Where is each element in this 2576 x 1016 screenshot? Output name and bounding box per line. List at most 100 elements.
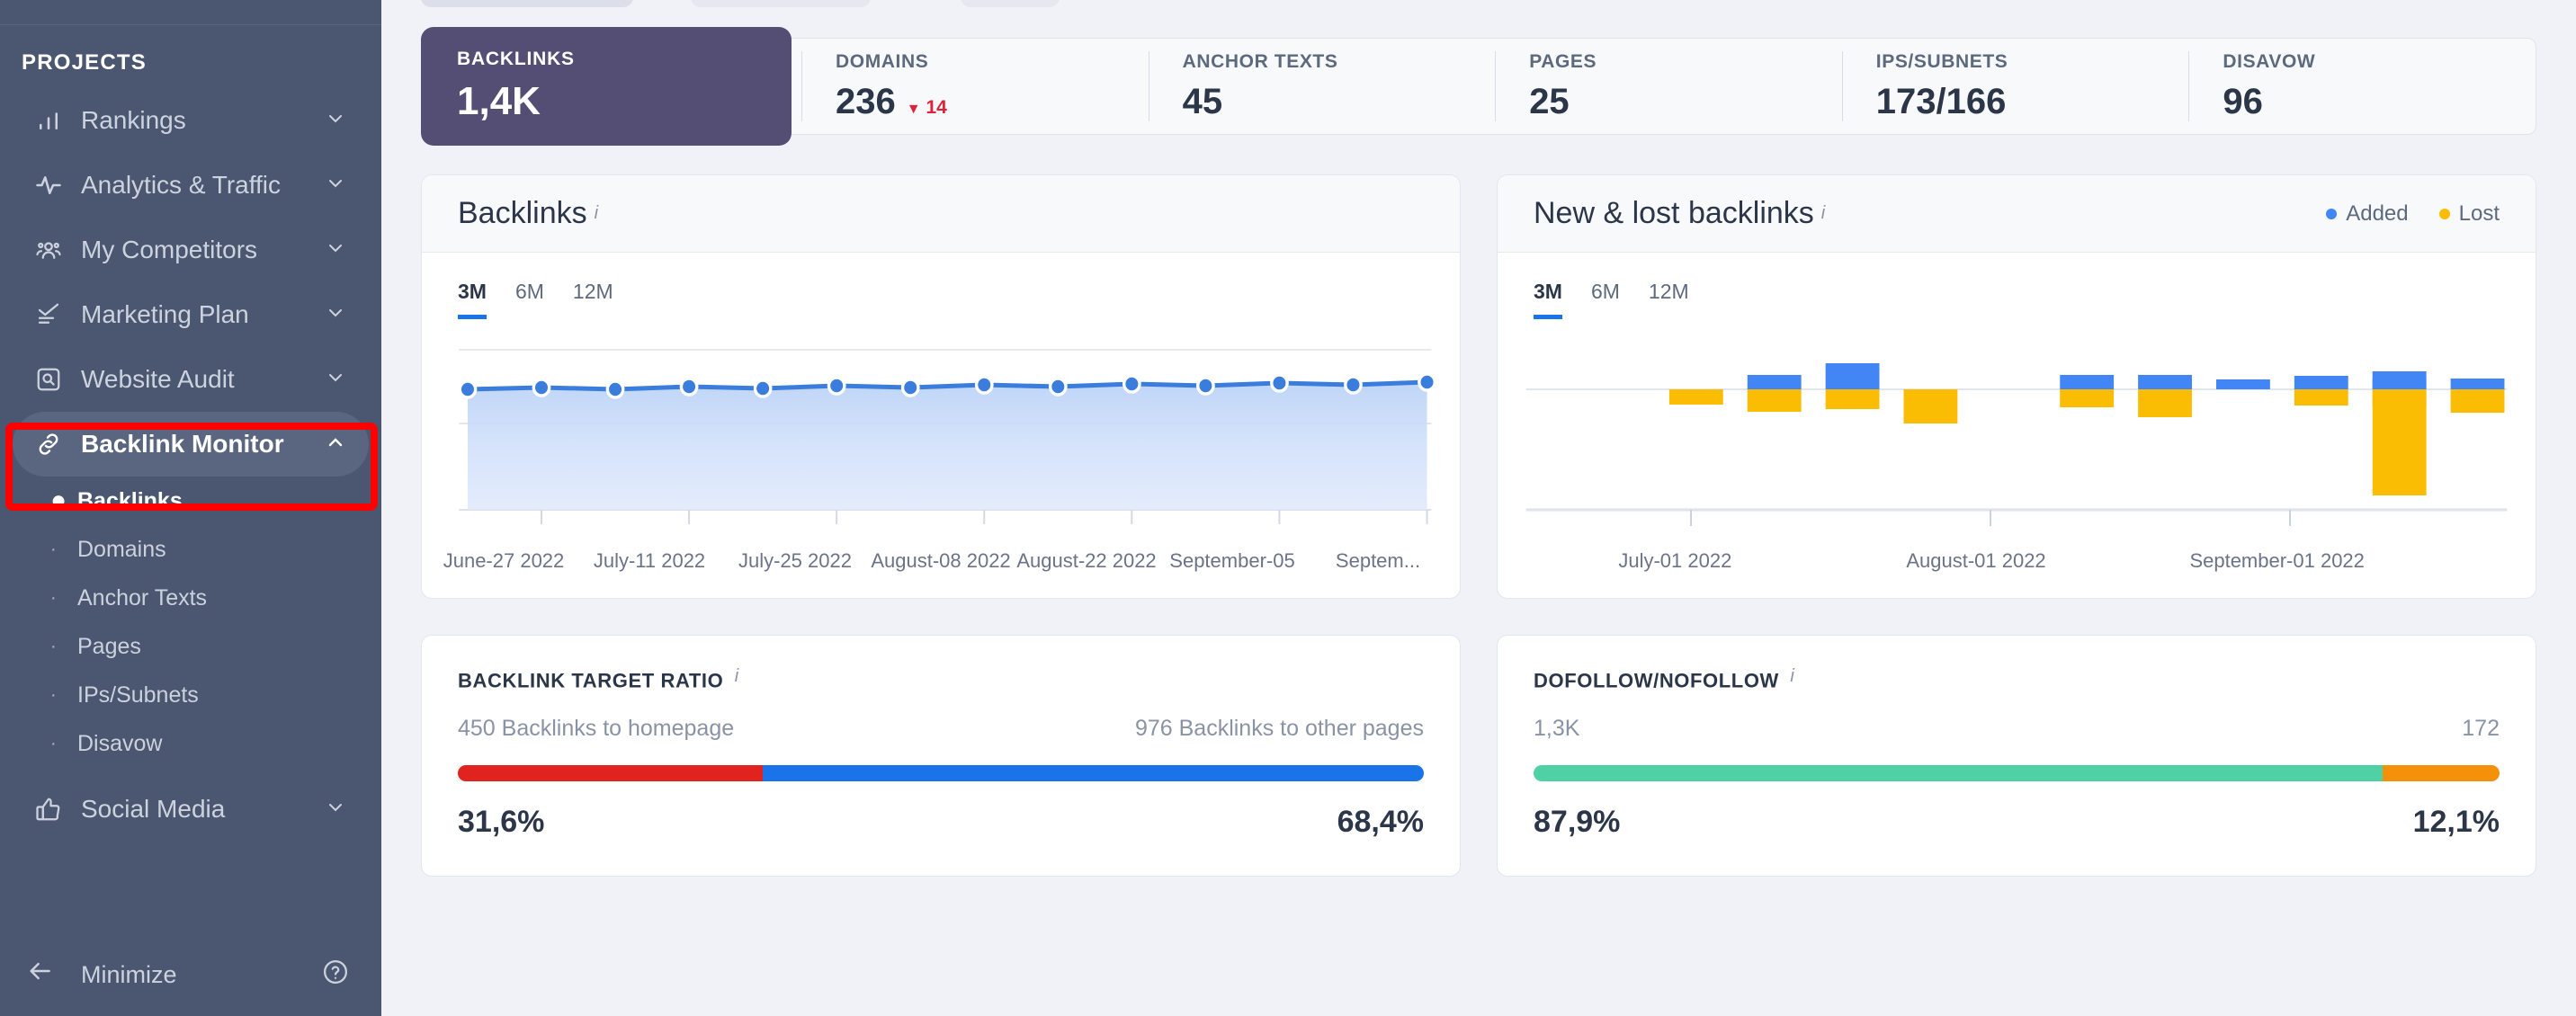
arrow-left-icon[interactable] bbox=[25, 957, 65, 993]
stat-anchor-texts[interactable]: ANCHOR TEXTS 45 bbox=[1148, 39, 1496, 134]
sidebar-item-label: Website Audit bbox=[81, 365, 235, 393]
ghost-control bbox=[691, 0, 871, 7]
tab-6m[interactable]: 6M bbox=[1591, 280, 1620, 319]
x-tick-label: Septem... bbox=[1335, 549, 1421, 572]
legend-item-added[interactable]: Added bbox=[2326, 201, 2409, 227]
card-backlinks: Backlinks i 3M 6M 12M June-27 2022 July-… bbox=[421, 174, 1461, 599]
checklist-icon bbox=[29, 301, 68, 328]
stat-label: DISAVOW bbox=[2223, 50, 2316, 72]
truncated-top-controls bbox=[421, 0, 2536, 7]
tab-3m[interactable]: 3M bbox=[458, 280, 487, 319]
triangle-down-icon: ▼ bbox=[906, 101, 921, 117]
legend-item-lost[interactable]: Lost bbox=[2438, 201, 2500, 227]
sidebar-subitem-anchor-texts[interactable]: · Anchor Texts bbox=[0, 574, 381, 622]
stat-value: 173/166 bbox=[1875, 81, 2007, 121]
chevron-down-icon[interactable] bbox=[322, 302, 349, 328]
bullet-icon: · bbox=[50, 636, 57, 656]
sidebar-item-label: Social Media bbox=[81, 795, 226, 823]
backlinks-x-axis-labels: June-27 2022 July-11 2022 July-25 2022 A… bbox=[422, 549, 1460, 598]
info-icon[interactable]: i bbox=[735, 666, 738, 686]
dofollow-percentages: 87,9% 12,1% bbox=[1534, 805, 2500, 840]
sidebar-subitem-label: Anchor Texts bbox=[77, 584, 208, 610]
tab-12m[interactable]: 12M bbox=[1649, 280, 1689, 319]
stat-label: BACKLINKS bbox=[457, 49, 575, 69]
bars-spike bbox=[2372, 389, 2427, 495]
sidebar-top-divider bbox=[0, 0, 381, 25]
sidebar-footer: Minimize bbox=[0, 933, 381, 1016]
sidebar-subitem-label: Pages bbox=[77, 633, 141, 659]
bullet-icon: · bbox=[50, 539, 57, 559]
chevron-down-icon[interactable] bbox=[322, 367, 349, 393]
stat-backlinks-active[interactable]: BACKLINKS 1,4K bbox=[421, 27, 792, 146]
sidebar-item-backlink-monitor[interactable]: Backlink Monitor bbox=[13, 412, 369, 477]
chevron-down-icon[interactable] bbox=[322, 237, 349, 263]
dofollow-bar-nofollow bbox=[2383, 765, 2500, 782]
app-root: PROJECTS Rankings Analytics & Traffic My… bbox=[0, 0, 2576, 1016]
dofollow-left-label: 1,3K bbox=[1534, 716, 1580, 742]
sidebar-subitem-disavow[interactable]: · Disavow bbox=[0, 719, 381, 768]
sidebar-subitem-backlinks[interactable]: ● Backlinks bbox=[0, 477, 381, 525]
stat-domains[interactable]: DOMAINS 236 ▼ 14 bbox=[801, 39, 1149, 134]
charts-grid: Backlinks i 3M 6M 12M June-27 2022 July-… bbox=[421, 174, 2536, 878]
ratio-bar bbox=[458, 765, 1424, 782]
sidebar-item-analytics-traffic[interactable]: Analytics & Traffic bbox=[13, 153, 369, 218]
stat-delta-value: 14 bbox=[926, 96, 947, 118]
mini-title-row: BACKLINK TARGET RATIO i bbox=[458, 666, 1424, 692]
chevron-down-icon[interactable] bbox=[322, 173, 349, 199]
ratio-left-pct: 31,6% bbox=[458, 805, 545, 840]
sidebar-item-label: Analytics & Traffic bbox=[81, 171, 282, 199]
sidebar-item-label: Marketing Plan bbox=[81, 300, 249, 328]
sidebar-item-my-competitors[interactable]: My Competitors bbox=[13, 218, 369, 282]
ratio-right-pct: 68,4% bbox=[1337, 805, 1424, 840]
card-header: New & lost backlinks i Added Lost bbox=[1498, 175, 2536, 253]
sidebar-subitem-ips-subnets[interactable]: · IPs/Subnets bbox=[0, 671, 381, 719]
bullet-icon: · bbox=[50, 733, 57, 753]
bullet-icon: ● bbox=[50, 486, 67, 515]
sidebar-item-marketing-plan[interactable]: Marketing Plan bbox=[13, 282, 369, 347]
chevron-down-icon[interactable] bbox=[322, 108, 349, 134]
minimize-button[interactable]: Minimize bbox=[65, 961, 322, 989]
sidebar-subitem-label: Domains bbox=[77, 536, 166, 562]
x-tick-label: July-01 2022 bbox=[1618, 549, 1732, 572]
chevron-up-icon[interactable] bbox=[322, 432, 349, 458]
ratio-labels: 450 Backlinks to homepage 976 Backlinks … bbox=[458, 716, 1424, 742]
bullet-icon: · bbox=[50, 587, 57, 608]
sidebar-item-social-media[interactable]: Social Media bbox=[13, 777, 369, 842]
legend-label: Lost bbox=[2458, 201, 2500, 226]
ghost-control bbox=[961, 0, 1060, 7]
stat-label: DOMAINS bbox=[836, 50, 929, 72]
card-title: BACKLINK TARGET RATIO bbox=[458, 669, 724, 692]
info-icon[interactable]: i bbox=[1790, 666, 1793, 686]
stat-ips-subnets[interactable]: IPS/SUBNETS 173/166 bbox=[1841, 39, 2189, 134]
stats-bar-wrapper: DOMAINS 236 ▼ 14 ANCHOR TEXTS 45 PAGES 2… bbox=[421, 27, 2536, 146]
sidebar-section-label: PROJECTS bbox=[22, 50, 147, 75]
x-tick-label: September-01 2022 bbox=[2189, 549, 2365, 572]
sidebar-subitem-pages[interactable]: · Pages bbox=[0, 622, 381, 671]
card-backlink-target-ratio: BACKLINK TARGET RATIO i 450 Backlinks to… bbox=[421, 635, 1461, 878]
stat-pages[interactable]: PAGES 25 bbox=[1495, 39, 1842, 134]
sidebar-subitem-domains[interactable]: · Domains bbox=[0, 525, 381, 574]
help-circle-icon[interactable] bbox=[322, 958, 349, 992]
chevron-down-icon[interactable] bbox=[322, 797, 349, 823]
sidebar: PROJECTS Rankings Analytics & Traffic My… bbox=[0, 0, 381, 1016]
tab-12m[interactable]: 12M bbox=[573, 280, 613, 319]
stat-disavow[interactable]: DISAVOW 96 bbox=[2188, 39, 2536, 134]
people-icon bbox=[29, 236, 68, 263]
dofollow-left-pct: 87,9% bbox=[1534, 805, 1621, 840]
sidebar-item-website-audit[interactable]: Website Audit bbox=[13, 347, 369, 412]
legend-label: Added bbox=[2346, 201, 2409, 226]
sidebar-subitem-label: IPs/Subnets bbox=[77, 682, 199, 708]
tab-6m[interactable]: 6M bbox=[515, 280, 544, 319]
bars-added-front bbox=[2372, 379, 2427, 389]
info-icon[interactable]: i bbox=[595, 203, 598, 224]
card-header: Backlinks i bbox=[422, 175, 1460, 253]
link-icon bbox=[29, 431, 68, 458]
dofollow-bar bbox=[1534, 765, 2500, 782]
sidebar-item-rankings[interactable]: Rankings bbox=[13, 88, 369, 153]
x-tick-label: July-11 2022 bbox=[593, 549, 706, 572]
tab-3m[interactable]: 3M bbox=[1534, 280, 1562, 319]
legend-bullet-icon bbox=[2438, 208, 2450, 219]
legend-bullet-icon bbox=[2326, 208, 2338, 219]
info-icon[interactable]: i bbox=[1821, 203, 1825, 224]
bar-chart-icon bbox=[29, 107, 68, 134]
